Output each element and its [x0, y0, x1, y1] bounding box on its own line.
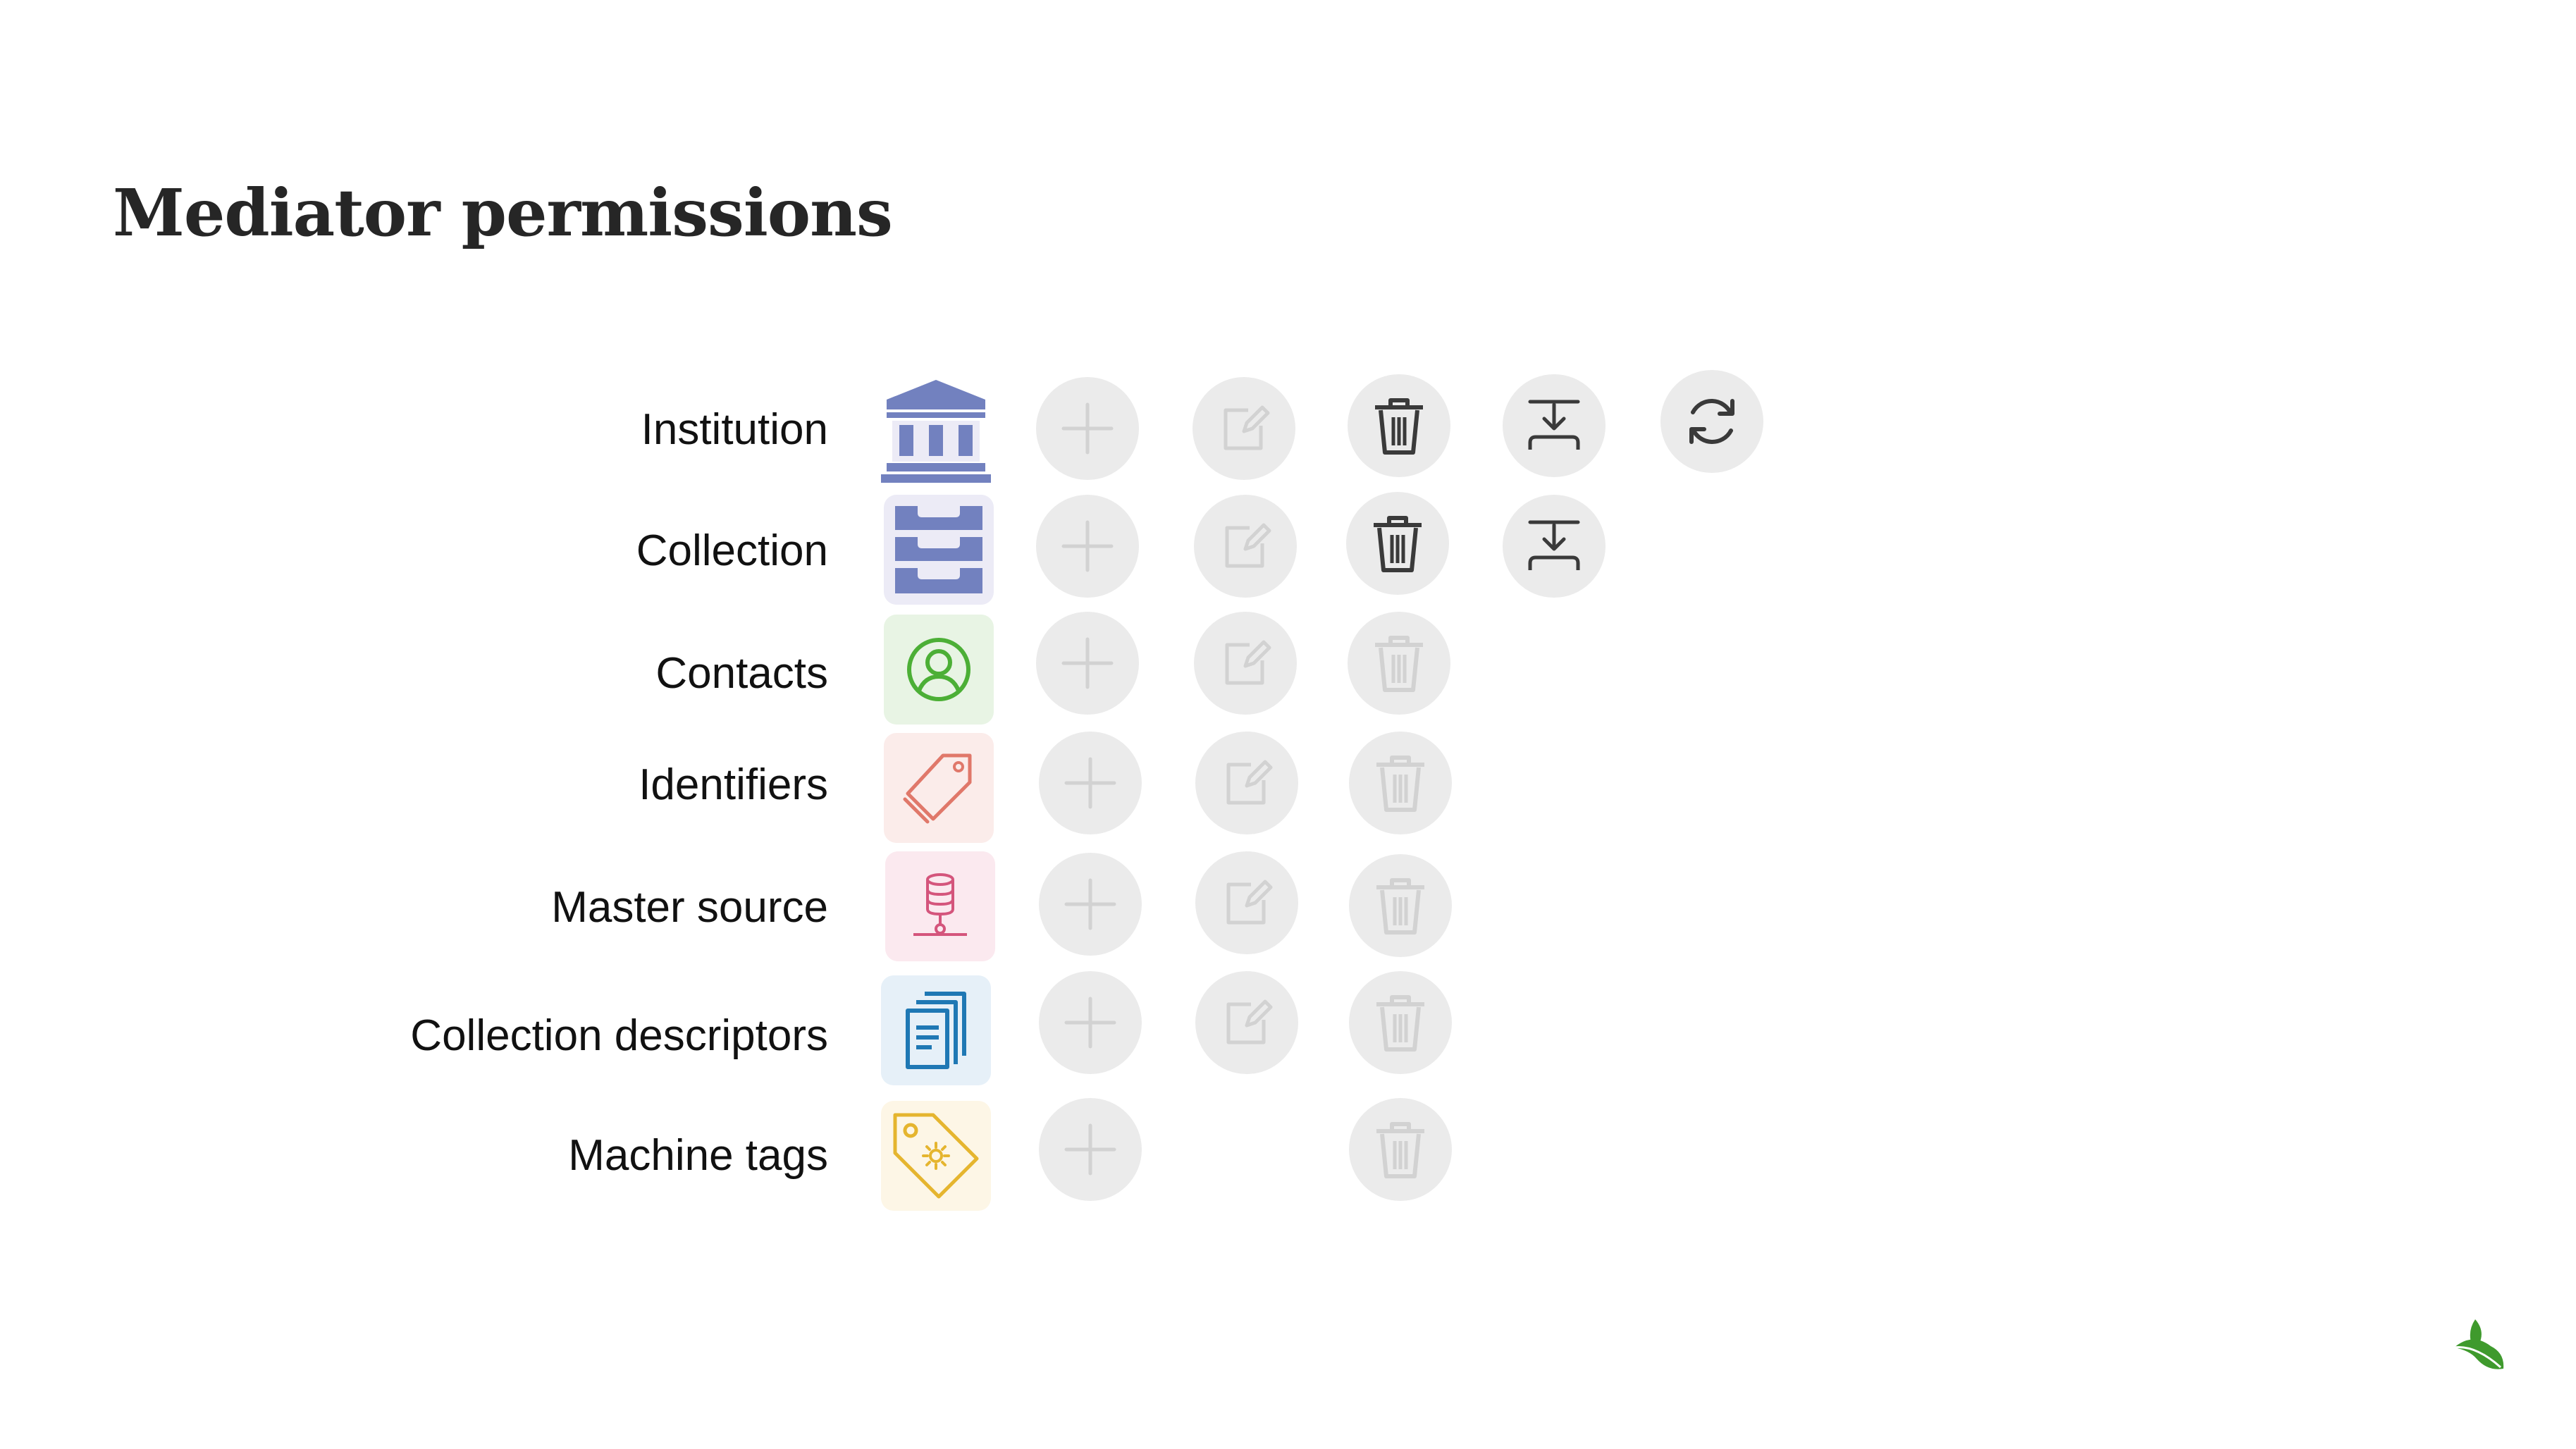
create-button-disabled[interactable] [1036, 612, 1139, 715]
trash-icon [1376, 995, 1424, 1052]
edit-icon [1226, 999, 1273, 1044]
plus-icon [1064, 1123, 1116, 1176]
row-label-collection-descriptors: Collection descriptors [410, 1011, 828, 1060]
delete-button-disabled[interactable] [1348, 612, 1450, 715]
documents-icon [881, 975, 991, 1085]
row-label-collection: Collection [636, 526, 828, 575]
trash-icon [1376, 1122, 1424, 1178]
edit-icon [1225, 523, 1271, 568]
edit-icon [1226, 760, 1273, 805]
row-label-machine-tags: Machine tags [568, 1131, 828, 1180]
delete-button[interactable] [1346, 492, 1449, 595]
delete-button-disabled[interactable] [1349, 854, 1452, 957]
tag-icon [884, 733, 994, 843]
create-button-disabled[interactable] [1039, 732, 1142, 834]
create-button-disabled[interactable] [1039, 971, 1142, 1074]
row-label-contacts: Contacts [655, 649, 828, 698]
merge-button[interactable] [1503, 495, 1606, 598]
delete-button-disabled[interactable] [1349, 1098, 1452, 1201]
institution-icon [881, 377, 991, 487]
delete-button-disabled[interactable] [1349, 971, 1452, 1074]
trash-icon [1374, 516, 1422, 572]
machine-tag-icon [881, 1101, 991, 1211]
plus-icon [1064, 997, 1116, 1049]
edit-button-disabled[interactable] [1194, 612, 1297, 715]
database-icon [885, 851, 995, 961]
leaf-logo-icon [2451, 1318, 2508, 1375]
sync-icon [1689, 399, 1734, 444]
plus-icon [1064, 757, 1116, 809]
create-button-disabled[interactable] [1039, 1098, 1142, 1201]
create-button-disabled[interactable] [1036, 495, 1139, 598]
edit-button-disabled[interactable] [1195, 732, 1298, 834]
person-icon [884, 615, 994, 724]
edit-button-disabled[interactable] [1195, 971, 1298, 1074]
trash-icon [1376, 878, 1424, 935]
delete-button[interactable] [1348, 374, 1450, 477]
plus-icon [1064, 878, 1116, 930]
edit-button-disabled[interactable] [1193, 377, 1295, 480]
create-button-disabled[interactable] [1039, 853, 1142, 956]
merge-icon [1528, 520, 1580, 570]
page-title: Mediator permissions [113, 175, 893, 251]
edit-button-disabled[interactable] [1194, 495, 1297, 598]
collection-drawer-icon [884, 495, 994, 605]
plus-icon [1061, 637, 1114, 689]
edit-button-disabled[interactable] [1195, 851, 1298, 954]
plus-icon [1061, 520, 1114, 572]
edit-icon [1224, 405, 1270, 450]
row-label-master-source: Master source [551, 883, 828, 932]
row-label-identifiers: Identifiers [639, 760, 828, 809]
trash-icon [1375, 398, 1423, 455]
merge-button[interactable] [1503, 374, 1606, 477]
edit-icon [1225, 640, 1271, 685]
sync-button[interactable] [1660, 370, 1763, 473]
create-button-disabled[interactable] [1036, 377, 1139, 480]
delete-button-disabled[interactable] [1349, 732, 1452, 834]
row-label-institution: Institution [641, 405, 828, 454]
trash-icon [1376, 756, 1424, 812]
edit-icon [1226, 880, 1273, 925]
merge-icon [1528, 400, 1580, 450]
plus-icon [1061, 402, 1114, 455]
trash-icon [1375, 636, 1423, 692]
